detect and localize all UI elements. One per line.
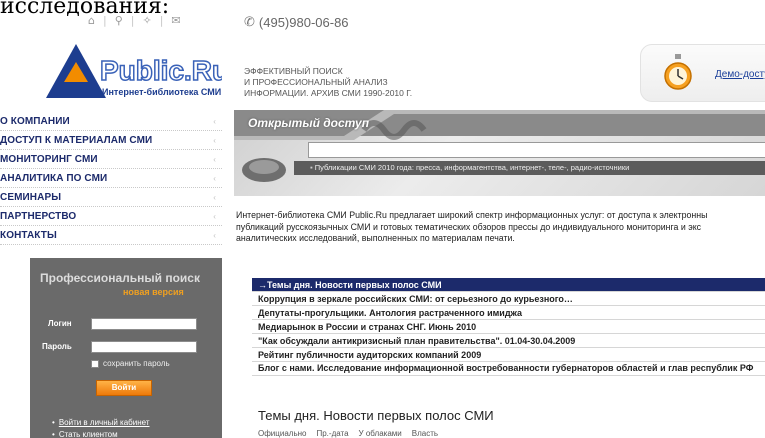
- tab-date[interactable]: Пр.-дата: [316, 429, 348, 438]
- stopwatch-icon: [664, 54, 692, 90]
- topic-item-active[interactable]: →Темы дня. Новости первых полос СМИ: [252, 278, 765, 292]
- remember-label: сохранить пароль: [103, 359, 170, 368]
- nav-item-label: АНАЛИТИКА ПО СМИ: [0, 172, 108, 184]
- topic-item[interactable]: Блог с нами. Исследование информационной…: [252, 362, 765, 376]
- phone-number: (495)980-06-86: [258, 14, 349, 30]
- open-access-banner: Открытый доступ Публикации СМИ 2010 года…: [234, 110, 765, 196]
- topics-list: →Темы дня. Новости первых полос СМИ Корр…: [252, 278, 765, 376]
- become-client-link[interactable]: Стать клиентом: [52, 430, 118, 438]
- nav-item-label: ПАРТНЕРСТВО: [0, 210, 77, 222]
- banner-title: Открытый доступ: [248, 116, 370, 130]
- divider: |: [159, 14, 164, 27]
- phone-icon: ✆: [244, 14, 255, 29]
- main-nav: О КОМПАНИИ ‹ ДОСТУП К МАТЕРИАЛАМ СМИ ‹ МОН…: [0, 112, 222, 245]
- logo[interactable]: Public.Ru Интернет-библиотека СМИ: [42, 40, 222, 104]
- chevron-left-icon: ‹: [213, 230, 216, 240]
- chevron-left-icon: ‹: [213, 116, 216, 126]
- nav-item-label: О КОМПАНИИ: [0, 115, 70, 127]
- nav-item-label: СЕМИНАРЫ: [0, 191, 62, 203]
- tagline-line: ИНФОРМАЦИИ. АРХИВ СМИ 1990-2010 г.: [244, 88, 413, 98]
- banner-search-input[interactable]: [308, 142, 765, 158]
- password-label: Пароль: [42, 342, 72, 351]
- home-icon[interactable]: ⌂: [88, 14, 95, 27]
- login-panel: Профессиональный поиск новая версия Логи…: [30, 258, 222, 438]
- nav-item-label: КОНТАКТЫ: [0, 229, 57, 241]
- logo-subtitle: Интернет-библиотека СМИ: [102, 87, 221, 97]
- nav-item-partnership[interactable]: ПАРТНЕРСТВО ‹: [0, 207, 222, 226]
- intro-line: Интернет-библиотека СМИ Public.Ru предла…: [236, 210, 708, 220]
- nav-item-analytics[interactable]: АНАЛИТИКА ПО СМИ ‹: [0, 169, 222, 188]
- nav-item-seminars[interactable]: СЕМИНАРЫ ‹: [0, 188, 222, 207]
- tagline-line: И ПРОФЕССИОНАЛЬНЫЙ АНАЛИЗ: [244, 77, 388, 87]
- nav-item-label: МОНИТОРИНГ СМИ: [0, 153, 98, 165]
- login-label: Логин: [48, 319, 72, 328]
- demo-box: Демо-доступ: [640, 44, 765, 102]
- intro-line: публикаций русскоязычных СМИ и готовых т…: [236, 221, 702, 232]
- mail-icon[interactable]: ✉: [171, 14, 180, 27]
- section-title: Темы дня. Новости первых полос СМИ: [258, 408, 494, 423]
- divider: |: [102, 14, 107, 27]
- chevron-left-icon: ‹: [213, 135, 216, 145]
- tab-official[interactable]: Официально: [258, 429, 306, 438]
- remember-checkbox[interactable]: [91, 360, 99, 368]
- tab-power[interactable]: Власть: [412, 429, 438, 438]
- login-title: Профессиональный поиск: [40, 271, 200, 285]
- demo-access-link[interactable]: Демо-доступ: [715, 69, 765, 80]
- tab-clouds[interactable]: У облаками: [359, 429, 402, 438]
- phone: ✆ (495)980-06-86: [244, 14, 349, 30]
- section-tabs: Официально Пр.-дата У облаками Власть: [258, 429, 438, 438]
- topic-item[interactable]: Рейтинг публичности аудиторских компаний…: [252, 348, 765, 362]
- topic-item[interactable]: Коррупция в зеркале российских СМИ: от с…: [252, 292, 765, 306]
- chevron-left-icon: ‹: [213, 173, 216, 183]
- intro-text: Интернет-библиотека СМИ Public.Ru предла…: [236, 210, 765, 245]
- banner-note[interactable]: Публикации СМИ 2010 года: пресса, информ…: [310, 163, 630, 172]
- topic-item[interactable]: "Как обсуждали антикризисный план правит…: [252, 334, 765, 348]
- login-field[interactable]: [91, 318, 197, 330]
- intro-line: аналитических исследований, выполненных …: [236, 233, 515, 243]
- chevron-left-icon: ‹: [213, 154, 216, 164]
- top-icons-bar: ⌂ | ⚲ | ✧ | ✉: [88, 14, 181, 27]
- divider: |: [130, 14, 135, 27]
- topic-item[interactable]: Депутаты-прогульщики. Антология растраче…: [252, 306, 765, 320]
- cabinet-link[interactable]: Войти в личный кабинет: [52, 418, 150, 427]
- tagline-line: ЭФФЕКТИВНЫЙ ПОИСК: [244, 66, 343, 76]
- nav-item-label: ДОСТУП К МАТЕРИАЛАМ СМИ: [0, 134, 153, 146]
- nav-item-about[interactable]: О КОМПАНИИ ‹: [0, 112, 222, 131]
- chevron-left-icon: ‹: [213, 211, 216, 221]
- search-icon[interactable]: ⚲: [115, 14, 123, 27]
- chevron-left-icon: ‹: [213, 192, 216, 202]
- login-button[interactable]: Войти: [96, 380, 152, 396]
- nav-item-access[interactable]: ДОСТУП К МАТЕРИАЛАМ СМИ ‹: [0, 131, 222, 150]
- sitemap-icon[interactable]: ✧: [142, 14, 151, 27]
- nav-item-monitoring[interactable]: МОНИТОРИНГ СМИ ‹: [0, 150, 222, 169]
- nav-item-contacts[interactable]: КОНТАКТЫ ‹: [0, 226, 222, 245]
- page: исследования: ⌂ | ⚲ | ✧ | ✉ ✆ (495)980-0…: [0, 0, 765, 438]
- login-subtitle: новая версия: [123, 287, 184, 297]
- topic-item[interactable]: Медиарынок в России и странах СНГ. Июнь …: [252, 320, 765, 334]
- logo-brand: Public.Ru: [100, 55, 222, 86]
- password-field[interactable]: [91, 341, 197, 353]
- tagline: ЭФФЕКТИВНЫЙ ПОИСК И ПРОФЕССИОНАЛЬНЫЙ АНА…: [244, 66, 412, 99]
